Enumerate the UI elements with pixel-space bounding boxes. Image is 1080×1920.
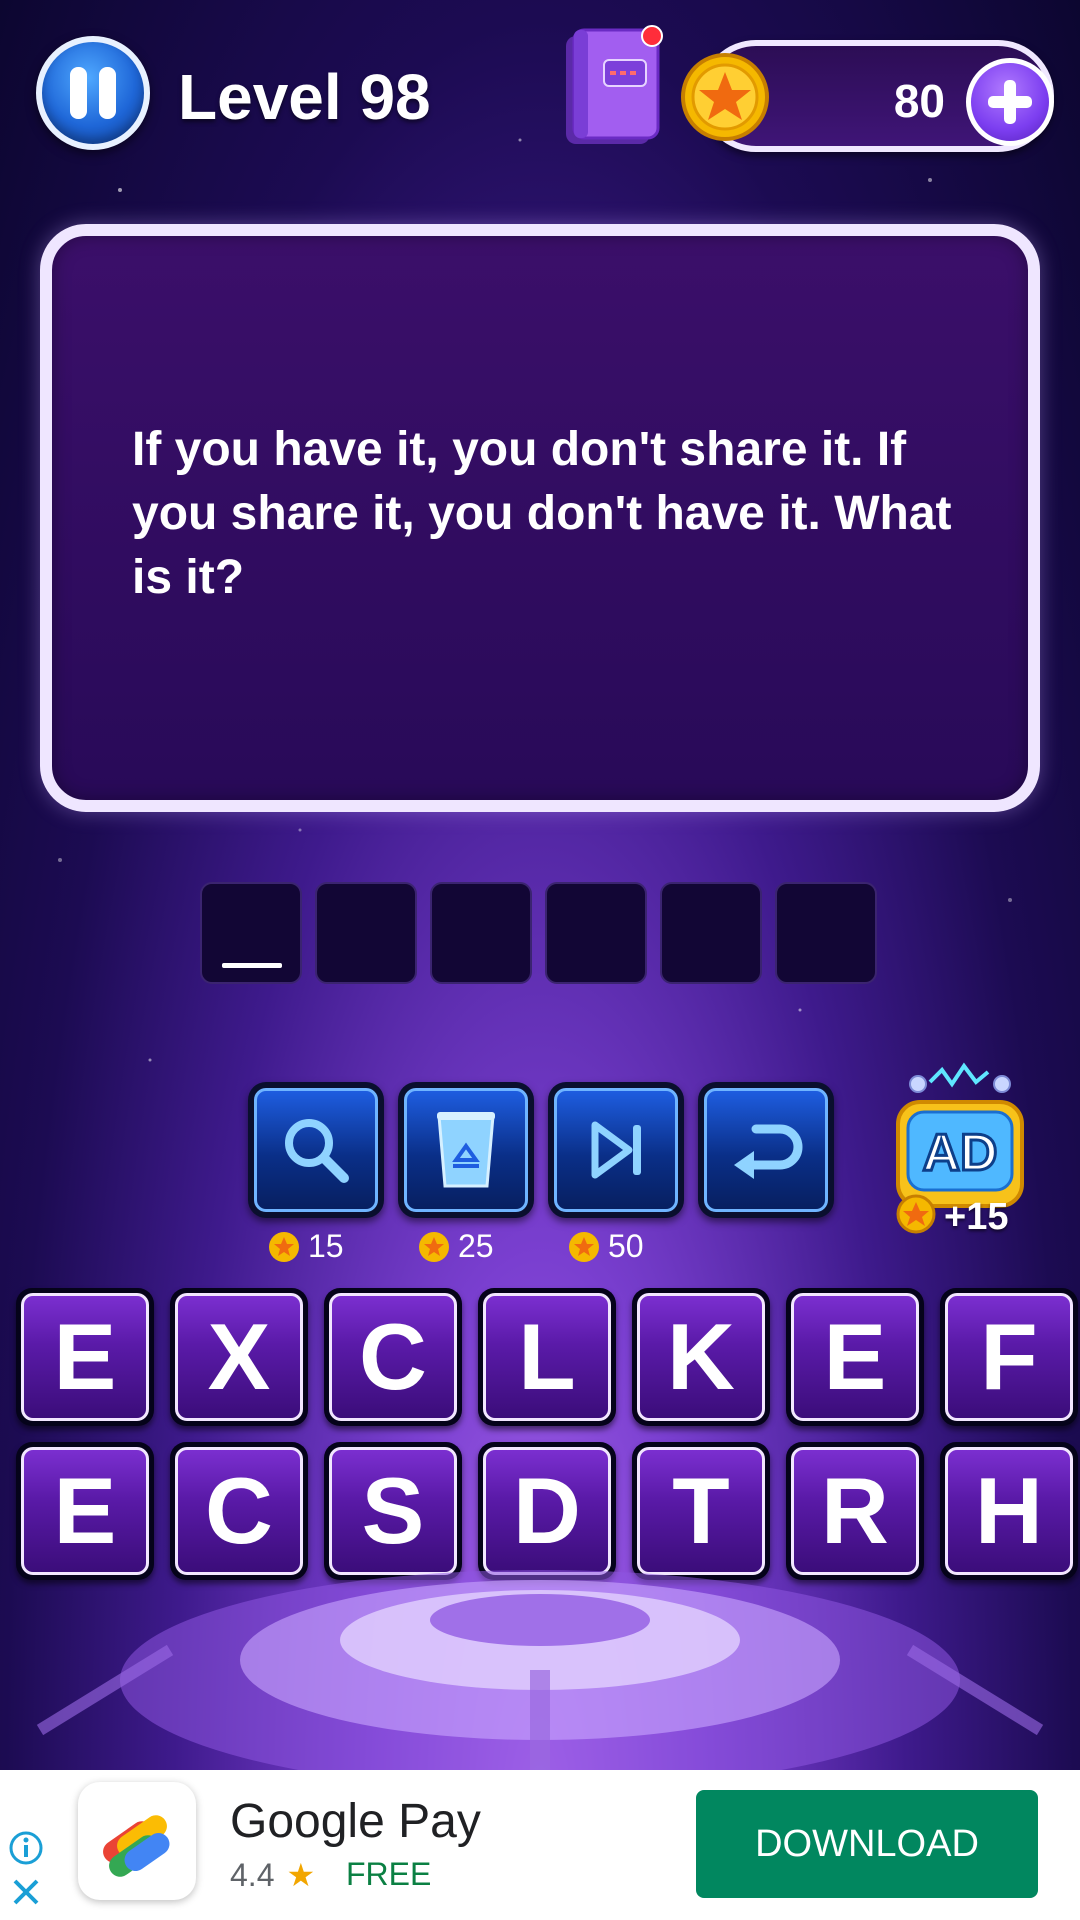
remove-cost: 25 [418, 1228, 494, 1265]
level-title: Level 98 [178, 61, 431, 133]
skip-icon [591, 1121, 641, 1179]
info-icon[interactable] [8, 1830, 44, 1866]
star-icon: ★ [286, 1857, 316, 1893]
answer-slot[interactable] [315, 882, 417, 984]
book-icon[interactable] [560, 22, 664, 148]
download-button[interactable]: DOWNLOAD [696, 1790, 1038, 1898]
letter-tile[interactable]: K [632, 1288, 770, 1426]
answer-slot[interactable] [775, 882, 877, 984]
skip-level-button[interactable] [548, 1082, 684, 1218]
coin-icon [419, 1231, 449, 1262]
answer-slots [200, 882, 877, 984]
coin-icon [681, 53, 769, 141]
pause-icon [70, 67, 87, 119]
recycle-bin-icon [437, 1112, 495, 1188]
answer-slot[interactable] [430, 882, 532, 984]
answer-slot[interactable] [200, 882, 302, 984]
question-text: If you have it, you don't share it. If y… [132, 423, 952, 604]
text-cursor [222, 963, 282, 968]
coin-count: 80 [893, 75, 945, 127]
letter-row-1: E X C L K E F [16, 1288, 1078, 1426]
ad-app-name[interactable]: Google Pay [230, 1794, 481, 1849]
letter-tile[interactable]: C [324, 1288, 462, 1426]
answer-slot[interactable] [660, 882, 762, 984]
hint-cost: 15 [268, 1228, 344, 1265]
letter-tile[interactable]: L [478, 1288, 616, 1426]
letter-tile[interactable]: F [940, 1288, 1078, 1426]
undo-button[interactable] [698, 1082, 834, 1218]
ad-reward: +15 [944, 1196, 1009, 1238]
add-coins-button[interactable] [966, 58, 1054, 146]
pause-button[interactable] [36, 36, 150, 150]
ad-rating: 4.4 ★ [230, 1856, 316, 1894]
ad-label: AD [922, 1124, 997, 1182]
google-pay-icon [103, 1815, 170, 1877]
coin-icon [269, 1231, 299, 1262]
letter-tile[interactable]: X [170, 1288, 308, 1426]
hint-reveal-button[interactable] [248, 1082, 384, 1218]
letter-tile[interactable]: E [16, 1288, 154, 1426]
answer-slot[interactable] [545, 882, 647, 984]
letter-tile[interactable]: E [786, 1288, 924, 1426]
ad-price: FREE [346, 1856, 432, 1892]
magnifier-icon [285, 1119, 349, 1183]
close-icon[interactable] [10, 1876, 42, 1908]
google-pay-logo[interactable] [78, 1782, 196, 1900]
skip-cost: 50 [568, 1228, 644, 1265]
stage-platform [36, 1570, 1044, 1770]
coin-icon [569, 1231, 599, 1262]
remove-letters-button[interactable] [398, 1082, 534, 1218]
undo-icon [734, 1124, 803, 1179]
plus-icon [988, 80, 1032, 124]
